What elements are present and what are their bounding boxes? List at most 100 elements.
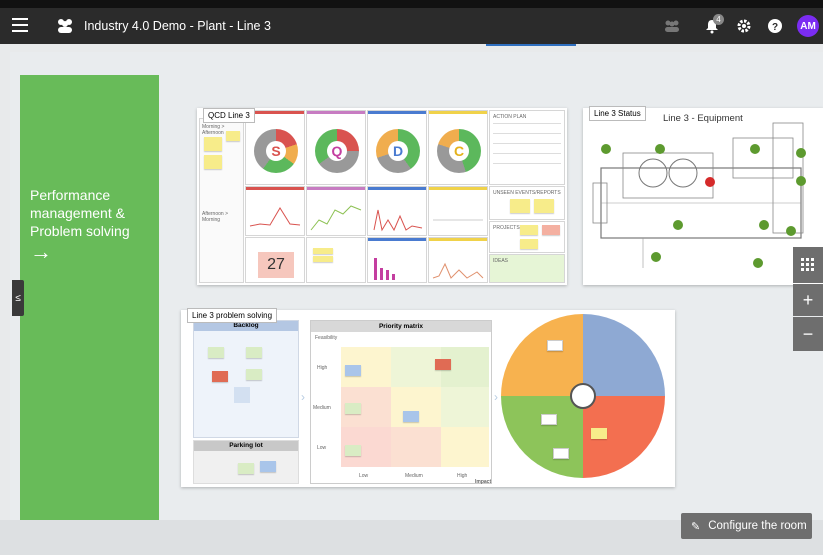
section-label: ACTION PLAN (493, 114, 527, 120)
sticky-note[interactable] (591, 428, 607, 439)
group-icon (55, 16, 75, 36)
cost-bars-cell[interactable] (428, 237, 488, 283)
sticky-note[interactable] (246, 347, 262, 358)
unseen-events-cell[interactable]: UNSEEN EVENTS/REPORTS (489, 186, 565, 220)
safety-chart-cell[interactable] (245, 186, 305, 236)
pdca-cycle-icon (570, 383, 596, 409)
quality-donut: Q (315, 129, 359, 173)
sticky-note[interactable] (403, 411, 419, 422)
equipment-status-alert[interactable] (705, 177, 715, 187)
sticky-note[interactable] (542, 225, 560, 235)
sticky-note[interactable] (204, 155, 222, 169)
avatar[interactable]: AM (797, 15, 819, 37)
grid-view-button[interactable] (793, 247, 823, 283)
impact-axis-label: Impact (475, 479, 492, 485)
zoom-in-button[interactable]: + (793, 284, 823, 316)
sticky-note[interactable] (208, 347, 224, 358)
x-high-label: High (457, 473, 468, 479)
pdca-act-quadrant (501, 396, 583, 478)
equipment-status-ok[interactable] (796, 176, 806, 186)
backlog-column[interactable]: Backlog (193, 320, 299, 438)
action-plan-cell[interactable]: ACTION PLAN (489, 110, 565, 185)
team-icon[interactable] (662, 16, 682, 36)
sticky-note[interactable] (246, 369, 262, 380)
pdca-do-quadrant (583, 314, 665, 396)
sticky-note[interactable] (547, 340, 563, 351)
sticky-note[interactable] (520, 225, 538, 235)
grid-icon (801, 258, 814, 271)
sticky-note[interactable] (553, 448, 569, 459)
equipment-status-ok[interactable] (673, 220, 683, 230)
sticky-note[interactable] (260, 461, 276, 472)
sticky-note[interactable] (204, 137, 222, 151)
sticky-note[interactable] (345, 445, 361, 456)
sticky-note[interactable] (435, 359, 451, 370)
performance-zone-panel[interactable]: Performance management & Problem solving… (20, 75, 159, 520)
notification-badge: 4 (713, 14, 724, 25)
flow-arrow-icon: › (494, 390, 498, 404)
side-drawer-handle[interactable]: ≤ (12, 280, 24, 316)
ideas-cell[interactable]: IDEAS (489, 254, 565, 283)
equipment-status-ok[interactable] (786, 226, 796, 236)
gear-icon[interactable] (734, 16, 754, 36)
arrow-right-icon[interactable]: → (30, 239, 52, 265)
sticky-note[interactable] (520, 239, 538, 249)
section-label: UNSEEN EVENTS/REPORTS (493, 190, 561, 196)
sticky-note[interactable] (345, 365, 361, 376)
configure-room-button[interactable]: ✎ Configure the room (681, 513, 812, 539)
days-without-accident-value: 27 (258, 252, 294, 278)
menu-icon[interactable] (12, 18, 28, 32)
matrix-cell (391, 347, 441, 387)
line-status-board[interactable]: Line 3 - Equipment (583, 108, 823, 285)
quality-chart-cell[interactable] (306, 186, 366, 236)
quality-alerts-cell[interactable] (306, 237, 366, 283)
cost-letter: C (449, 141, 469, 161)
equipment-status-ok[interactable] (601, 144, 611, 154)
help-icon[interactable]: ? (765, 16, 785, 36)
delivery-letter: D (388, 141, 408, 161)
equipment-status-ok[interactable] (753, 258, 763, 268)
pdca-plan-quadrant (501, 314, 583, 396)
projects-cell[interactable]: PROJECTS (489, 221, 565, 253)
window-top-strip (0, 0, 823, 8)
sticky-note[interactable] (541, 414, 557, 425)
delivery-donut: D (376, 129, 420, 173)
equipment-status-ok[interactable] (655, 144, 665, 154)
cost-kpi-cell[interactable]: C (428, 110, 488, 185)
feasibility-axis-label: Feasibility (315, 335, 338, 341)
sticky-note[interactable] (345, 403, 361, 414)
equipment-status-ok[interactable] (750, 144, 760, 154)
priority-matrix[interactable]: Priority matrix Feasibility High Medium … (310, 320, 492, 485)
priority-matrix-title: Priority matrix (311, 321, 491, 332)
equipment-status-ok[interactable] (651, 252, 661, 262)
cost-chart-cell[interactable] (428, 186, 488, 236)
delivery-kpi-cell[interactable]: D (367, 110, 427, 185)
sticky-note[interactable] (313, 248, 333, 254)
equipment-status-ok[interactable] (796, 148, 806, 158)
days-without-accident-cell[interactable]: 27 (245, 237, 305, 283)
delivery-chart-cell[interactable] (367, 186, 427, 236)
sticky-note[interactable] (510, 199, 530, 213)
delivery-bars-cell[interactable] (367, 237, 427, 283)
equipment-status-ok[interactable] (759, 220, 769, 230)
page-title: Industry 4.0 Demo - Plant - Line 3 (84, 19, 271, 33)
sticky-note[interactable] (226, 131, 240, 141)
sticky-note[interactable] (534, 199, 554, 213)
quality-kpi-cell[interactable]: Q (306, 110, 366, 185)
cost-donut: C (437, 129, 481, 173)
x-low-label: Low (359, 473, 369, 479)
sticky-note[interactable] (212, 371, 228, 382)
notifications-icon[interactable]: 4 (702, 14, 724, 36)
sticky-note[interactable] (238, 463, 254, 474)
qcd-shift-column: Morning > Afternoon Afternoon > Morning (199, 118, 244, 283)
y-high-label: High (317, 365, 328, 371)
zoom-out-button[interactable]: − (793, 317, 823, 351)
parking-lot-column[interactable]: Parking lot (193, 440, 299, 484)
problem-solving-board[interactable]: Backlog Parking lot › Priority matrix Fe… (181, 310, 675, 487)
configure-room-label: Configure the room (708, 520, 807, 532)
section-label: PROJECTS (493, 225, 520, 231)
sticky-note[interactable] (313, 256, 333, 262)
active-tab-indicator (486, 44, 576, 46)
matrix-cell (441, 427, 489, 467)
qcd-board[interactable]: Morning > Afternoon Afternoon > Morning … (197, 108, 567, 285)
